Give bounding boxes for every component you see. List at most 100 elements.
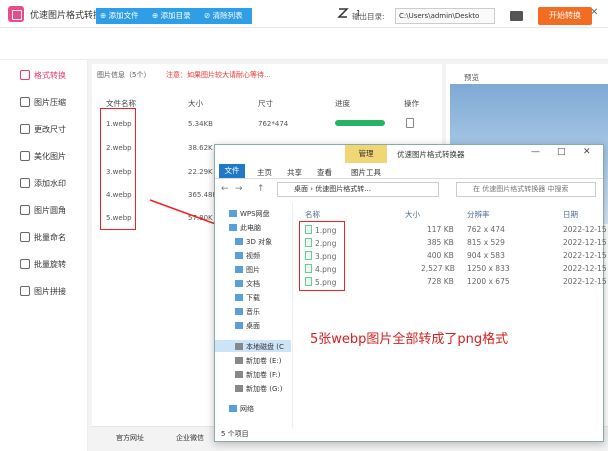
- tree-label: 文档: [246, 280, 260, 288]
- list-item-date: 2022-12-15: [563, 264, 607, 273]
- tree-label: 网络: [240, 405, 254, 413]
- back-arrow-icon[interactable]: ←: [221, 184, 229, 194]
- table-row-dim: 762*474: [258, 120, 289, 128]
- sidebar-item-resize[interactable]: 更改尺寸: [0, 116, 88, 143]
- wechat-link[interactable]: 企业微信: [176, 433, 204, 443]
- tree-item[interactable]: 图片: [235, 265, 260, 275]
- tab-view[interactable]: 查看: [317, 167, 332, 178]
- col-progress: 进度: [335, 99, 350, 108]
- list-item-date: 2022-12-15: [563, 251, 607, 260]
- list-item-size: 385 KB: [427, 238, 454, 247]
- 3d-icon: [235, 238, 243, 245]
- output-dir-input[interactable]: C:\Users\admin\Deskto: [395, 8, 495, 24]
- table-row-size: 365.48K: [188, 191, 218, 199]
- sidebar-item-beautify[interactable]: 美化图片: [0, 143, 88, 170]
- sidebar-item-format[interactable]: 格式转换: [0, 62, 88, 89]
- add-file-label: 添加文件: [108, 11, 139, 20]
- explorer-close-button[interactable]: ✕: [583, 147, 591, 157]
- list-item-size: 117 KB: [427, 225, 454, 234]
- tree-item[interactable]: 下载: [235, 293, 260, 303]
- tab-file[interactable]: 文件: [219, 164, 245, 178]
- drive-icon: [235, 371, 243, 378]
- table-row-size: 38.62K: [188, 144, 213, 152]
- col-name[interactable]: 名称: [305, 209, 320, 220]
- list-item-res: 904 x 583: [467, 251, 505, 260]
- computer-icon: [229, 224, 237, 231]
- tree-item[interactable]: 视频: [235, 251, 260, 261]
- explorer-title: 优速图片格式转换器: [397, 150, 465, 159]
- tree-item[interactable]: 此电脑: [229, 223, 261, 233]
- col-date[interactable]: 日期: [563, 209, 578, 220]
- explorer-minimize-button[interactable]: —: [531, 147, 540, 157]
- highlight-box-webp: [100, 108, 136, 230]
- sidebar-item-compress[interactable]: 图片压缩: [0, 89, 88, 116]
- add-dir-button[interactable]: ⊕ 添加目录: [148, 8, 200, 24]
- col-size[interactable]: 大小: [405, 209, 420, 220]
- sidebar-item-label: 格式转换: [34, 71, 66, 80]
- forward-arrow-icon[interactable]: →: [235, 184, 243, 194]
- add-dir-label: 添加目录: [160, 11, 191, 20]
- up-arrow-icon[interactable]: ↑: [257, 184, 265, 194]
- list-item-res: 1250 x 833: [467, 264, 510, 273]
- document-icon: [235, 280, 243, 287]
- sidebar-item-stitch[interactable]: 图片拼接: [0, 278, 88, 305]
- list-item-size: 728 KB: [427, 277, 454, 286]
- sidebar-item-watermark[interactable]: 添加水印: [0, 170, 88, 197]
- list-item-date: 2022-12-15: [563, 225, 607, 234]
- s-logo-icon: [336, 7, 350, 19]
- add-file-button[interactable]: ⊕ 添加文件: [96, 8, 148, 24]
- output-dir-label: 输出目录:: [352, 12, 385, 21]
- tab-share[interactable]: 共享: [287, 167, 302, 178]
- image-info-label: 图片信息（5个）: [97, 71, 151, 79]
- table-row-size: 22.29K: [188, 168, 213, 176]
- search-input[interactable]: 在 优速图片格式转换器 中搜索: [456, 182, 596, 197]
- sidebar-item-rename[interactable]: 批量命名: [0, 224, 88, 251]
- website-link[interactable]: 官方网址: [116, 433, 144, 443]
- tab-picture-tools[interactable]: 图片工具: [351, 167, 381, 178]
- sidebar-item-round-corner[interactable]: 图片圆角: [0, 197, 88, 224]
- network-icon: [229, 405, 237, 412]
- address-bar[interactable]: 桌面 › 优速图片格式转...: [277, 182, 439, 197]
- list-item-date: 2022-12-15: [563, 277, 607, 286]
- trash-icon[interactable]: [406, 118, 414, 128]
- col-resolution[interactable]: 分辨率: [467, 209, 490, 220]
- tree-label: 图片: [246, 266, 260, 274]
- list-item-size: 400 KB: [427, 251, 454, 260]
- resize-icon: [20, 124, 30, 134]
- explorer-maximize-button[interactable]: □: [557, 147, 566, 157]
- start-convert-button[interactable]: 开始转换: [538, 7, 592, 25]
- sidebar-item-label: 更改尺寸: [34, 125, 66, 134]
- download-icon: [235, 294, 243, 301]
- sidebar-item-rotate[interactable]: 批量旋转: [0, 251, 88, 278]
- tree-label: 下载: [246, 294, 260, 302]
- app-logo-icon: [8, 6, 24, 22]
- sidebar-item-label: 图片圆角: [34, 206, 66, 215]
- sidebar-item-label: 图片压缩: [34, 98, 66, 107]
- sidebar-item-label: 添加水印: [34, 179, 66, 188]
- manage-tab[interactable]: 管理: [345, 145, 387, 163]
- toolbar: [0, 28, 608, 60]
- tree-item[interactable]: 文档: [235, 279, 260, 289]
- tree-item[interactable]: 桌面: [235, 321, 260, 331]
- breadcrumb-desktop[interactable]: 桌面: [294, 185, 308, 193]
- tree-item[interactable]: 本地磁盘 (C: [235, 342, 284, 352]
- col-size: 大小: [188, 99, 203, 108]
- clear-list-button[interactable]: ⊘ 清除列表: [200, 8, 252, 24]
- tree-item[interactable]: 新加卷 (E:): [235, 356, 281, 366]
- list-item-size: 2,527 KB: [421, 264, 455, 273]
- tree-item[interactable]: 3D 对象: [235, 237, 272, 247]
- round-corner-icon: [20, 205, 30, 215]
- tree-item[interactable]: 新加卷 (G:): [235, 384, 282, 394]
- folder-icon[interactable]: [510, 11, 523, 21]
- tree-label: 新加卷 (F:): [246, 371, 281, 379]
- list-item-res: 815 x 529: [467, 238, 505, 247]
- breadcrumb-folder[interactable]: 优速图片格式转...: [315, 185, 371, 193]
- tree-item[interactable]: 音乐: [235, 307, 260, 317]
- tree-item[interactable]: 网络: [229, 404, 254, 414]
- tree-label: 3D 对象: [246, 238, 273, 246]
- tree-item[interactable]: WPS网盘: [229, 209, 270, 219]
- tree-item[interactable]: 新加卷 (F:): [235, 370, 281, 380]
- list-item-res: 762 x 474: [467, 225, 505, 234]
- col-action: 操作: [404, 99, 419, 108]
- tab-home[interactable]: 主页: [257, 167, 272, 178]
